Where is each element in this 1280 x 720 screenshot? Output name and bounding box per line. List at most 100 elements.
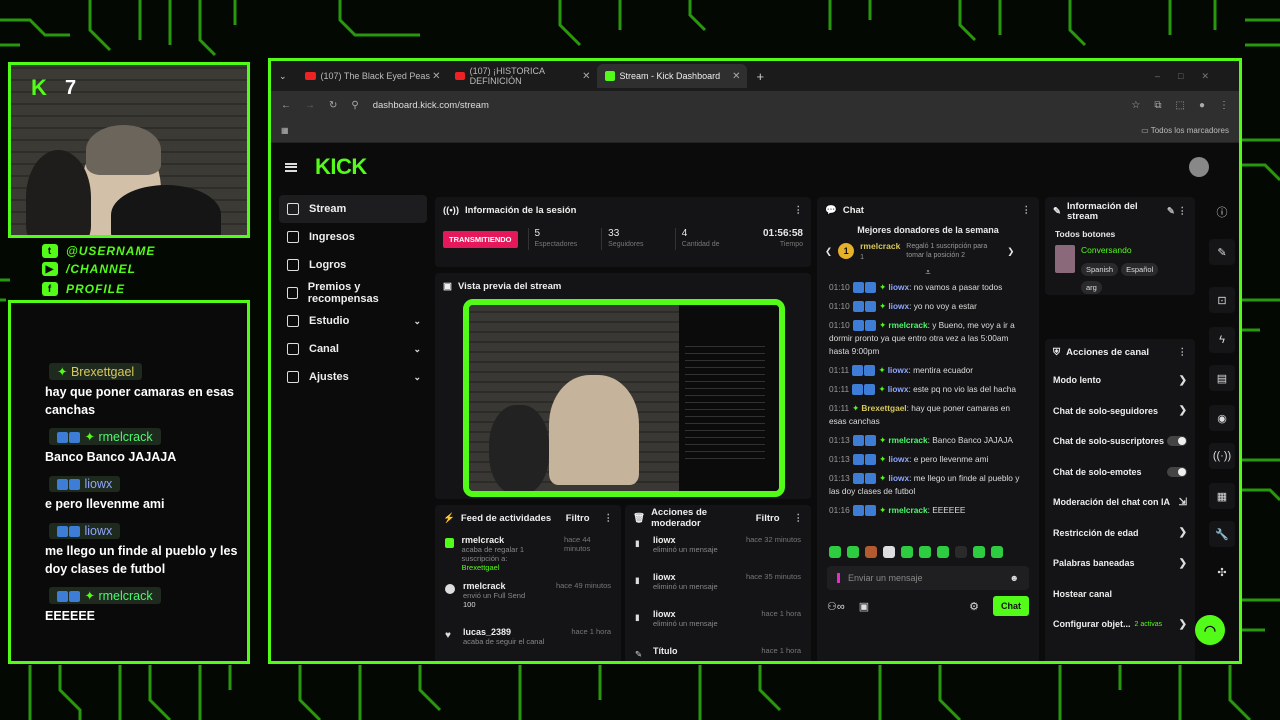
sidebar-item-ajustes[interactable]: Ajustes ⌄ <box>279 363 427 391</box>
channel-action[interactable]: Chat de solo-emotes <box>1045 457 1195 488</box>
tab-list-icon[interactable]: ⌄ <box>279 71 287 82</box>
toggle[interactable] <box>1167 436 1187 447</box>
stream-info-card: ✎ Información del stream ✎ ⋮ Todos botones… <box>1045 197 1195 295</box>
more-icon[interactable]: ⋮ <box>794 205 804 216</box>
profile-icon[interactable]: ● <box>1199 100 1205 111</box>
camera-icon[interactable]: ⊡ <box>1209 287 1235 313</box>
forward-icon[interactable]: → <box>305 100 315 111</box>
apps-icon[interactable]: ▦ <box>281 126 289 135</box>
close-icon[interactable]: ✕ <box>582 71 590 82</box>
window-controls[interactable]: –□✕ <box>1155 71 1227 82</box>
chat-bubble-icon[interactable]: ◉ <box>1209 405 1235 431</box>
back-icon[interactable]: ← <box>281 100 291 111</box>
gear-icon[interactable]: ⚙ <box>969 600 979 613</box>
close-icon[interactable]: ✕ <box>432 71 440 82</box>
emote-bar <box>817 546 1039 558</box>
toggle[interactable] <box>1167 466 1187 477</box>
kick-logo[interactable]: KICK <box>315 154 367 180</box>
channel-action[interactable]: Configurar objet... 2 activas ❯ <box>1045 609 1195 640</box>
top-donors: ❮ 1 rmelcrack 1 Regaló 1 suscripción para… <box>825 241 1015 261</box>
chevron-right-icon[interactable]: ❯ <box>1007 246 1014 257</box>
filter-button[interactable]: Filtro <box>566 513 590 524</box>
twitter-icon: t <box>42 244 58 258</box>
reload-icon[interactable]: ↻ <box>329 100 337 111</box>
channel-action[interactable]: Restricción de edad ❯ <box>1045 518 1195 549</box>
broadcast-icon[interactable]: ((·)) <box>1209 443 1235 469</box>
url-field[interactable]: dashboard.kick.com/stream <box>373 100 1118 111</box>
more-icon[interactable]: ⋮ <box>1022 205 1032 216</box>
channel-action[interactable]: Modo lento ❯ <box>1045 365 1195 396</box>
channel-action[interactable]: Chat de solo-seguidores ❯ <box>1045 396 1195 427</box>
bolt-icon: ⚡ <box>443 512 455 524</box>
hamburger-icon[interactable] <box>285 162 297 172</box>
tab-youtube-1[interactable]: (107) The Black Eyed Peas ✕ <box>297 64 447 88</box>
channel-action[interactable]: Palabras baneadas ❯ <box>1045 548 1195 579</box>
info-icon[interactable]: ⓘ <box>1209 199 1235 225</box>
menu-icon[interactable]: ⋮ <box>1219 100 1229 111</box>
pencil-icon[interactable]: ✎ <box>1209 239 1235 265</box>
edit-info-icon[interactable]: ✎ ⋮ <box>1167 207 1187 217</box>
filter-button[interactable]: Filtro <box>756 513 780 524</box>
send-chat-button[interactable]: Chat <box>993 596 1029 616</box>
emote-icon <box>991 546 1003 558</box>
overlay-chat-message: ✦ rmelcrack EEEEEE <box>45 587 239 625</box>
more-icon[interactable]: ⋮ <box>794 513 804 524</box>
tag: Spanish <box>1080 263 1119 276</box>
feed-item: ♥ lucas_2389 acaba de seguir el canal hace … <box>445 627 611 646</box>
tab-youtube-2[interactable]: (107) ¡HISTORICA DEFINICIÓN ✕ <box>447 64 597 88</box>
avatar[interactable] <box>1189 157 1209 177</box>
tag: arg <box>1080 281 1102 294</box>
heart-icon: ♥ <box>445 630 451 641</box>
category-thumbnail <box>1055 245 1075 273</box>
channel-action[interactable]: Moderación del chat con IA ⇲ <box>1045 487 1195 518</box>
sidebar: Stream Ingresos Logros Premios y recompe… <box>279 195 427 391</box>
gift-icon <box>287 287 298 299</box>
emote-icon <box>919 546 931 558</box>
wrench-icon[interactable]: 🔧 <box>1209 521 1235 547</box>
more-icon[interactable]: ⋮ <box>604 513 614 524</box>
apps-icon[interactable]: ✣ <box>1209 559 1235 585</box>
support-icon[interactable]: ◠ <box>1195 615 1225 645</box>
channel-actions-card: ⛨ Acciones de canal ⋮ Modo lento ❯ Chat de s… <box>1045 339 1195 661</box>
mod-view-icon[interactable]: ▦ <box>1209 483 1235 509</box>
sidebar-item-stream[interactable]: Stream <box>279 195 427 223</box>
tab-kick-dashboard[interactable]: Stream - Kick Dashboard ✕ <box>596 64 747 88</box>
chevron-right-icon: ❯ <box>1178 618 1187 630</box>
channel-action[interactable]: Hostear canal <box>1045 579 1195 610</box>
extension-icon[interactable]: ⧉ <box>1154 100 1161 111</box>
more-icon[interactable]: ⋮ <box>1178 347 1188 358</box>
document-icon[interactable]: ▤ <box>1209 365 1235 391</box>
emote-icon <box>937 546 949 558</box>
sidebar-item-premios[interactable]: Premios y recompensas <box>279 279 427 307</box>
gift-icon[interactable]: ▣ <box>859 600 869 613</box>
edit-icon: ✎ <box>635 649 643 659</box>
donors-title: Mejores donadores de la semana <box>857 225 999 235</box>
star-icon[interactable]: ☆ <box>1131 100 1140 111</box>
category-link[interactable]: Conversando <box>1081 245 1185 255</box>
chat-message: 01:16 ✦ rmelcrack: EEEEEE <box>829 505 966 517</box>
close-icon[interactable]: ✕ <box>732 71 740 82</box>
new-tab-icon[interactable]: + <box>757 69 765 84</box>
feed-item: rmelcrack envió un Full Send 100 hace 49 mi… <box>435 577 621 623</box>
channel-action[interactable]: Chat de solo-suscriptores <box>1045 426 1195 457</box>
emoji-icon[interactable]: ☻ <box>1010 573 1019 583</box>
extensions-icon[interactable]: ⬚ <box>1176 100 1185 111</box>
sidebar-item-canal[interactable]: Canal ⌄ <box>279 335 427 363</box>
emote-icon <box>883 546 895 558</box>
lightning-icon[interactable]: ϟ <box>1209 327 1235 353</box>
chat-message: 01:10 ✦ rmelcrack: y Bueno, me voy a ir … <box>829 320 1015 356</box>
users-icon[interactable]: ⚇∞ <box>827 600 845 613</box>
sidebar-item-estudio[interactable]: Estudio ⌄ <box>279 307 427 335</box>
stat-subs: 4 Cantidad de <box>674 228 739 250</box>
session-info-card: ((•)) Información de la sesión ⋮ TRANSMITI… <box>435 197 811 267</box>
chevron-left-icon[interactable]: ❮ <box>825 246 832 257</box>
overlay-chat-message: liowx e pero llevenme ami <box>45 476 165 511</box>
site-info-icon[interactable]: ⚲ <box>351 100 358 111</box>
activity-feed-card: ⚡ Feed de actividades Filtro ⋮ rmelcrack aca… <box>435 505 621 661</box>
chat-input[interactable]: Enviar un mensaje ☻ <box>827 566 1029 590</box>
sidebar-item-ingresos[interactable]: Ingresos <box>279 223 427 251</box>
emote-icon <box>865 546 877 558</box>
all-bookmarks[interactable]: ▭ Todos los marcadores <box>1141 126 1229 135</box>
stream-preview[interactable] <box>463 299 785 497</box>
sidebar-item-logros[interactable]: Logros <box>279 251 427 279</box>
